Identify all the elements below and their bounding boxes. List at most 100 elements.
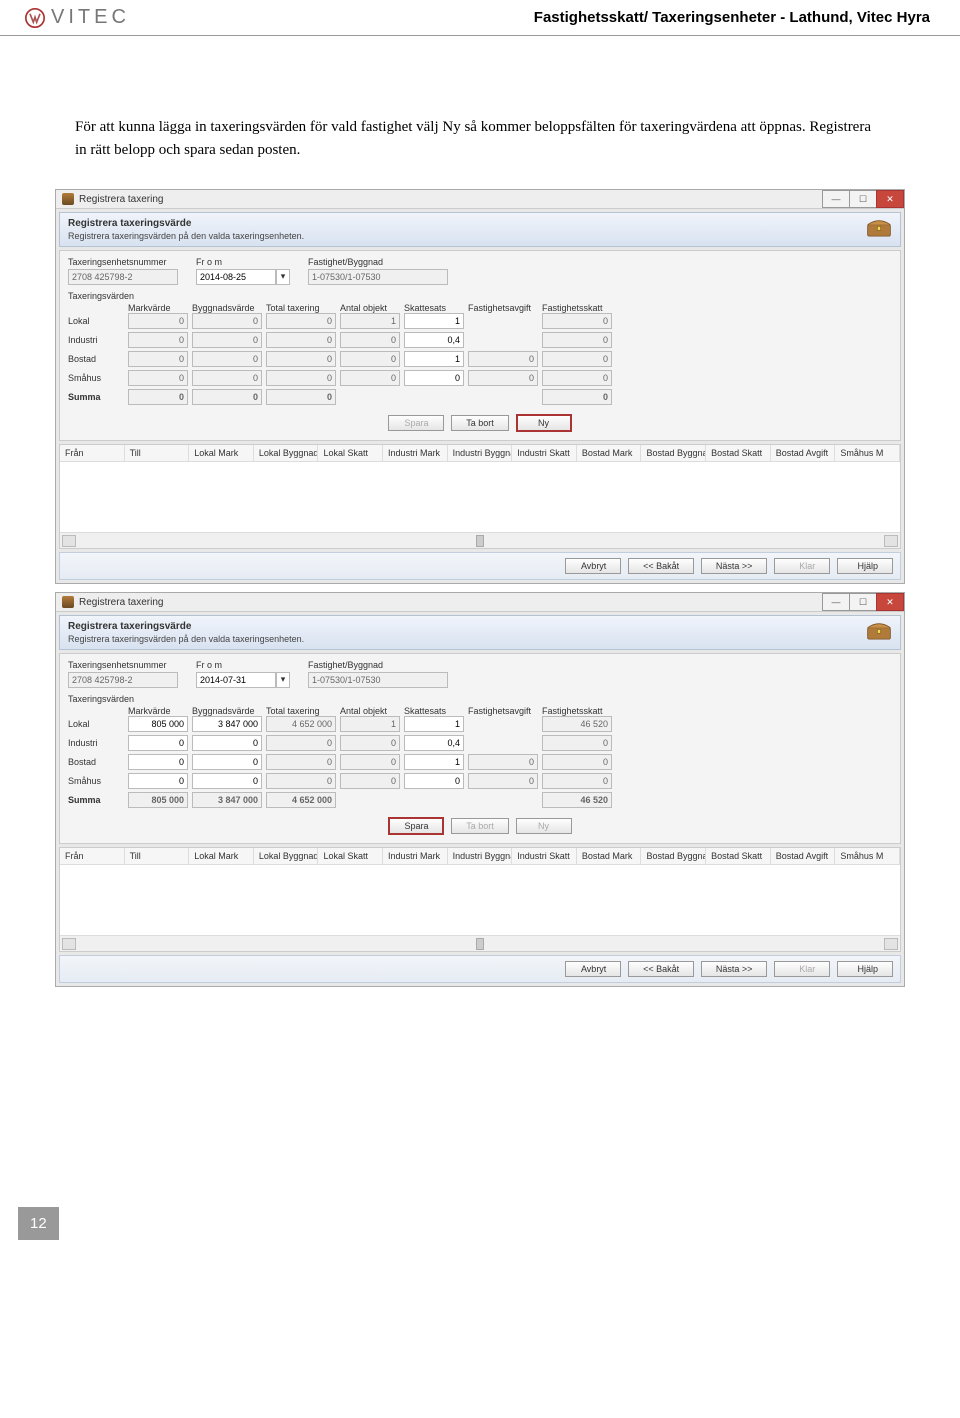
skattesats-field[interactable]: [404, 773, 464, 789]
skattesats-field[interactable]: [404, 332, 464, 348]
bakåt-button[interactable]: << Bakåt: [628, 558, 694, 574]
byggnadsvarde-field[interactable]: [192, 716, 262, 732]
nasta-button[interactable]: Nästa >>: [701, 961, 768, 977]
skattesats-field[interactable]: [404, 735, 464, 751]
screenshot-2: Registrera taxering — ☐ ✕ Registrera tax…: [55, 592, 905, 987]
tabort-button[interactable]: Ta bort: [451, 415, 509, 431]
byggnadsvarde-field[interactable]: [192, 313, 262, 329]
table-column-header[interactable]: Bostad Skatt: [706, 445, 771, 461]
byggnadsvarde-field[interactable]: [192, 773, 262, 789]
nasta-button[interactable]: Nästa >>: [701, 558, 768, 574]
byggnadsvarde-field[interactable]: [192, 389, 262, 405]
byggnadsvarde-field[interactable]: [192, 754, 262, 770]
table-column-header[interactable]: Småhus M: [835, 848, 900, 864]
markvarde-field[interactable]: [128, 773, 188, 789]
table-column-header[interactable]: Från: [60, 848, 125, 864]
scroll-thumb[interactable]: [476, 535, 484, 547]
markvarde-field[interactable]: [128, 389, 188, 405]
klar-button[interactable]: Klar: [774, 558, 830, 574]
ny-button[interactable]: Ny: [516, 414, 572, 432]
total-field: [266, 716, 336, 732]
table-column-header[interactable]: Bostad Avgift: [771, 848, 836, 864]
table-column-header[interactable]: Bostad Avgift: [771, 445, 836, 461]
avgift-field: [468, 351, 538, 367]
table-column-header[interactable]: Till: [125, 848, 190, 864]
total-field: [266, 735, 336, 751]
byggnadsvarde-field[interactable]: [192, 735, 262, 751]
label-fast: Fastighet/Byggnad: [308, 660, 448, 670]
table-column-header[interactable]: Lokal Byggnad: [254, 848, 319, 864]
field-taxno[interactable]: [68, 672, 178, 688]
minimize-button[interactable]: —: [822, 593, 850, 611]
skattesats-field[interactable]: [404, 716, 464, 732]
table-column-header[interactable]: Från: [60, 445, 125, 461]
close-button[interactable]: ✕: [876, 190, 904, 208]
table-column-header[interactable]: Lokal Byggnad: [254, 445, 319, 461]
table-column-header[interactable]: Industri Mark: [383, 848, 448, 864]
byggnadsvarde-field[interactable]: [192, 351, 262, 367]
byggnadsvarde-field[interactable]: [192, 332, 262, 348]
table-column-header[interactable]: Bostad Mark: [577, 848, 642, 864]
field-from[interactable]: [196, 269, 276, 285]
table-column-header[interactable]: Bostad Byggnad: [641, 445, 706, 461]
hjalp-button[interactable]: Hjälp: [837, 558, 893, 574]
ny-button[interactable]: Ny: [516, 818, 572, 834]
markvarde-field[interactable]: [128, 370, 188, 386]
panel-header: Registrera taxeringsvärde Registrera tax…: [59, 212, 901, 247]
klar-button[interactable]: Klar: [774, 961, 830, 977]
table-column-header[interactable]: Bostad Byggnad: [641, 848, 706, 864]
markvarde-field[interactable]: [128, 735, 188, 751]
hjalp-button[interactable]: Hjälp: [837, 961, 893, 977]
avbryt-button[interactable]: Avbryt: [565, 558, 621, 574]
maximize-button[interactable]: ☐: [849, 190, 877, 208]
table-column-header[interactable]: Industri Mark: [383, 445, 448, 461]
markvarde-field[interactable]: [128, 754, 188, 770]
field-fast[interactable]: [308, 672, 448, 688]
avgift-field: [468, 370, 538, 386]
markvarde-field[interactable]: [128, 792, 188, 808]
minimize-button[interactable]: —: [822, 190, 850, 208]
markvarde-field[interactable]: [128, 351, 188, 367]
spara-button[interactable]: Spara: [388, 817, 444, 835]
bakåt-button[interactable]: << Bakåt: [628, 961, 694, 977]
table-column-header[interactable]: Lokal Mark: [189, 848, 254, 864]
scrollbar[interactable]: [60, 935, 900, 951]
field-from[interactable]: [196, 672, 276, 688]
spara-button[interactable]: Spara: [388, 415, 444, 431]
table-column-header[interactable]: Lokal Skatt: [318, 445, 383, 461]
maximize-button[interactable]: ☐: [849, 593, 877, 611]
table-column-header[interactable]: Lokal Skatt: [318, 848, 383, 864]
table-column-header[interactable]: Bostad Skatt: [706, 848, 771, 864]
byggnadsvarde-field[interactable]: [192, 370, 262, 386]
table-column-header[interactable]: Bostad Mark: [577, 445, 642, 461]
skattesats-field[interactable]: [404, 313, 464, 329]
tabort-button[interactable]: Ta bort: [451, 818, 509, 834]
field-fast[interactable]: [308, 269, 448, 285]
markvarde-field[interactable]: [128, 332, 188, 348]
field-taxno[interactable]: [68, 269, 178, 285]
table-column-header[interactable]: Lokal Mark: [189, 445, 254, 461]
scrollbar[interactable]: [60, 532, 900, 548]
scroll-right-icon[interactable]: [884, 938, 898, 950]
date-dropdown-icon[interactable]: ▾: [276, 672, 290, 688]
avbryt-button[interactable]: Avbryt: [565, 961, 621, 977]
date-dropdown-icon[interactable]: ▾: [276, 269, 290, 285]
skattesats-field[interactable]: [404, 754, 464, 770]
skattesats-field[interactable]: [404, 351, 464, 367]
scroll-right-icon[interactable]: [884, 535, 898, 547]
total-field: [266, 773, 336, 789]
table-column-header[interactable]: Industri Skatt: [512, 445, 577, 461]
table-column-header[interactable]: Till: [125, 445, 190, 461]
byggnadsvarde-field[interactable]: [192, 792, 262, 808]
scroll-thumb[interactable]: [476, 938, 484, 950]
skattesats-field[interactable]: [404, 370, 464, 386]
table-column-header[interactable]: Industri Skatt: [512, 848, 577, 864]
markvarde-field[interactable]: [128, 313, 188, 329]
table-column-header[interactable]: Industri Byggnad: [448, 848, 513, 864]
table-column-header[interactable]: Industri Byggnad: [448, 445, 513, 461]
scroll-left-icon[interactable]: [62, 938, 76, 950]
scroll-left-icon[interactable]: [62, 535, 76, 547]
table-column-header[interactable]: Småhus M: [835, 445, 900, 461]
markvarde-field[interactable]: [128, 716, 188, 732]
close-button[interactable]: ✕: [876, 593, 904, 611]
